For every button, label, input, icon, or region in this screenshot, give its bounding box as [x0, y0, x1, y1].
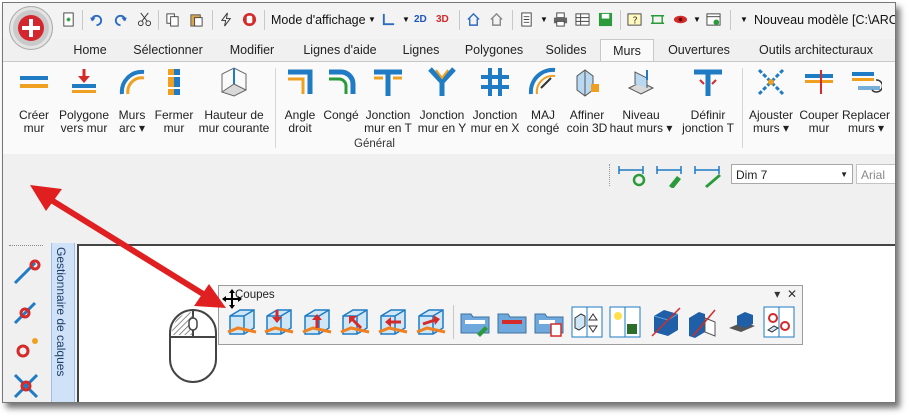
annotation-arrow-icon — [30, 185, 226, 308]
